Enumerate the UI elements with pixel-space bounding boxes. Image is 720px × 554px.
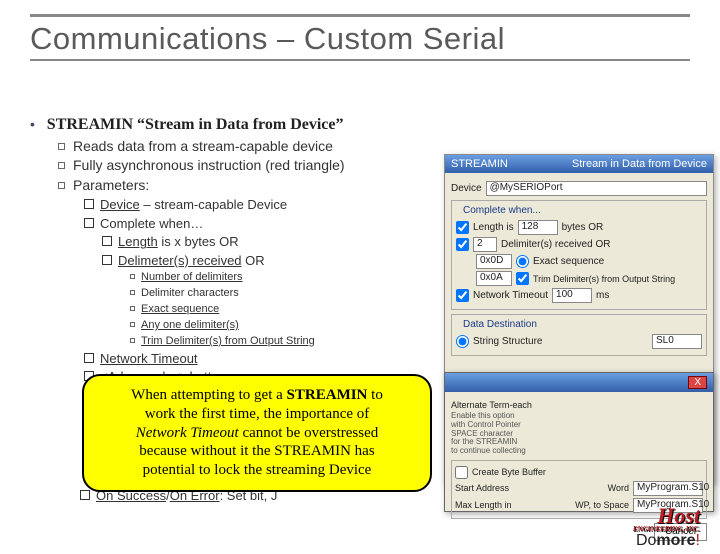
- co-2: work the first time, the importance of: [145, 406, 370, 422]
- footer-logo: Host ENGINEERING, INC. Domore!: [633, 506, 700, 550]
- co-4: because without it the STREAMIN has: [139, 443, 374, 459]
- l1-text: STREAMIN “Stream in Data from Device”: [47, 116, 344, 133]
- dialog-titlebar: STREAMIN Stream in Data from Device: [445, 155, 713, 173]
- co-1a: When attempting to get a: [131, 387, 286, 403]
- slide-title: Communications – Custom Serial: [30, 21, 690, 57]
- net-unit: ms: [596, 290, 609, 301]
- dest-group-title: Data Destination: [460, 319, 540, 330]
- l4b-text: Delimiter characters: [141, 287, 239, 299]
- square-bullet: [58, 143, 65, 150]
- dest-radio[interactable]: [456, 335, 469, 348]
- square-bullet: [58, 182, 65, 189]
- net-checkbox[interactable]: [456, 289, 469, 302]
- l4a-text: Number of delimiters: [141, 271, 242, 283]
- square-bullet: [58, 162, 65, 169]
- length-field[interactable]: 128: [518, 220, 558, 235]
- host-logo: Host ENGINEERING, INC.: [633, 506, 700, 532]
- tiny-bullet: [130, 306, 135, 311]
- checkbox-icon: [102, 255, 112, 265]
- tiny-bullet: [130, 322, 135, 327]
- l2-a: Reads data from a stream-capable device: [58, 137, 700, 156]
- dest-field[interactable]: SL0: [652, 334, 702, 349]
- checkbox-icon: [84, 353, 94, 363]
- top-rule: [30, 14, 690, 17]
- dialog-title-right: Stream in Data from Device: [572, 158, 707, 170]
- co-3b: cannot be overstressed: [239, 425, 379, 441]
- co-1b: STREAMIN: [287, 387, 368, 403]
- callout-bubble: When attempting to get a STREAMIN to wor…: [82, 374, 432, 492]
- advanced-sub-dialog: X Alternate Term-each Enable this option…: [444, 372, 714, 512]
- checkbox-icon: [80, 490, 90, 500]
- l2a-text: Reads data from a stream-capable device: [73, 138, 333, 154]
- domore-excl: !: [696, 532, 700, 549]
- delim-u: Delimeter(s) received: [118, 253, 242, 268]
- hex2-field[interactable]: 0x0A: [476, 271, 512, 286]
- length-u: Length: [118, 234, 158, 249]
- device-rest: – stream-capable Device: [140, 197, 287, 212]
- l1-quote: “Stream in Data from Device”: [137, 116, 343, 133]
- t2v-field[interactable]: MyProgram.S10: [633, 481, 703, 496]
- length-unit: bytes OR: [562, 222, 604, 233]
- complete-text: Complete when…: [100, 216, 203, 231]
- title-underline: [30, 59, 690, 61]
- co-3a: Network Timeout: [136, 425, 239, 441]
- delim-label: Delimiter(s) received OR: [501, 239, 610, 250]
- sub-dialog-titlebar: X: [445, 373, 713, 392]
- buffer-cb[interactable]: [455, 466, 468, 479]
- delim-checkbox[interactable]: [456, 238, 469, 251]
- close-icon[interactable]: X: [688, 376, 707, 389]
- net-u: Network Timeout: [100, 351, 198, 366]
- dialog-title-left: STREAMIN: [451, 158, 508, 170]
- checkbox-icon: [84, 218, 94, 228]
- co-5: potential to lock the streaming Device: [143, 462, 372, 478]
- device-field[interactable]: @MySERIOPort: [486, 181, 707, 196]
- t2l: Start Address: [455, 483, 509, 493]
- dest-opt: String Structure: [473, 336, 542, 347]
- t2r: Word: [608, 483, 629, 493]
- bullet-dot: •: [30, 116, 35, 132]
- sd1: Alternate Term-each: [451, 400, 532, 410]
- l1-prefix: STREAMIN: [47, 116, 137, 133]
- net-field[interactable]: 100: [552, 288, 592, 303]
- l4d-text: Any one delimiter(s): [141, 319, 239, 331]
- bullet-lvl1: • STREAMIN “Stream in Data from Device”: [30, 114, 700, 136]
- l2b-text: Fully asynchronous instruction (red tria…: [73, 157, 345, 173]
- trim-checkbox[interactable]: [516, 272, 529, 285]
- t3l: Max Length in: [455, 500, 512, 510]
- checkbox-icon: [102, 236, 112, 246]
- tiny-bullet: [130, 290, 135, 295]
- complete-group: Complete when... Length is 128 bytes OR …: [451, 200, 707, 310]
- exact-label: Exact sequence: [533, 256, 604, 267]
- l2c-text: Parameters:: [73, 177, 149, 193]
- device-label: Device: [451, 183, 482, 194]
- net-label: Network Timeout: [473, 290, 548, 301]
- domore-a: Do: [636, 532, 656, 549]
- trim-label: Trim Delimiter(s) from Output String: [533, 274, 675, 284]
- dialog-body: Device @MySERIOPort Complete when... Len…: [445, 173, 713, 362]
- delim-rest: OR: [242, 253, 265, 268]
- device-u: Device: [100, 197, 140, 212]
- length-label: Length is: [473, 222, 514, 233]
- l4c-text: Exact sequence: [141, 303, 219, 315]
- delim-count-field[interactable]: 2: [473, 237, 497, 252]
- t3r: WP, to Space: [575, 500, 629, 510]
- hex1-field[interactable]: 0x0D: [476, 254, 512, 269]
- complete-group-title: Complete when...: [460, 205, 544, 216]
- length-rest: is x bytes OR: [158, 234, 239, 249]
- tiny-bullet: [130, 338, 135, 343]
- sd6: to continue collecting: [451, 447, 707, 456]
- buffer-label: Create Byte Buffer: [472, 467, 546, 477]
- domore-logo: Domore!: [633, 532, 700, 550]
- l4e-text: Trim Delimiter(s) from Output String: [141, 335, 315, 347]
- length-checkbox[interactable]: [456, 221, 469, 234]
- dest-group: Data Destination String Structure SL0: [451, 314, 707, 356]
- exact-radio[interactable]: [516, 255, 529, 268]
- checkbox-icon: [84, 199, 94, 209]
- domore-b: more: [656, 532, 695, 549]
- co-1c: to: [367, 387, 382, 403]
- tiny-bullet: [130, 274, 135, 279]
